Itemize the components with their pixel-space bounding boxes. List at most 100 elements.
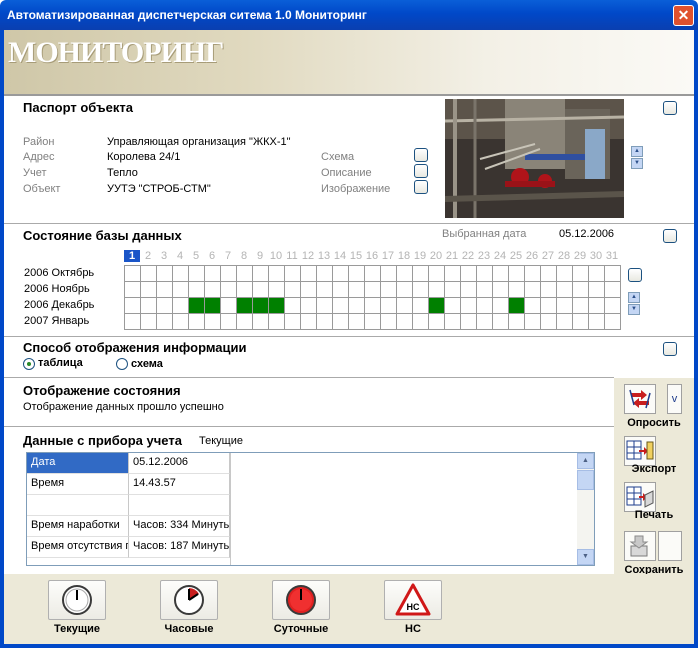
table-cell-value[interactable] xyxy=(129,495,230,516)
daily-button[interactable] xyxy=(272,580,330,620)
calendar-cell[interactable] xyxy=(556,297,573,314)
poll-label[interactable]: Опросить xyxy=(619,417,689,429)
calendar-cell[interactable] xyxy=(316,265,333,282)
calendar-cell[interactable] xyxy=(412,313,429,330)
day-label[interactable]: 17 xyxy=(380,250,396,262)
day-label[interactable]: 1 xyxy=(124,250,140,262)
calendar-cell[interactable] xyxy=(540,297,557,314)
calendar-cell[interactable] xyxy=(300,297,317,314)
calendar-cell[interactable] xyxy=(492,313,509,330)
close-button[interactable]: ✕ xyxy=(673,5,694,26)
calendar-cell[interactable] xyxy=(508,265,525,282)
day-label[interactable]: 23 xyxy=(476,250,492,262)
day-label[interactable]: 5 xyxy=(188,250,204,262)
print-button[interactable] xyxy=(624,482,656,512)
day-label[interactable]: 6 xyxy=(204,250,220,262)
database-section-toggle[interactable] xyxy=(663,229,677,243)
day-label[interactable]: 3 xyxy=(156,250,172,262)
calendar-cell[interactable] xyxy=(476,281,493,298)
scheme-checkbox[interactable] xyxy=(414,148,428,162)
calendar-cell[interactable] xyxy=(268,265,285,282)
calendar-cell[interactable] xyxy=(172,297,189,314)
calendar-cell[interactable] xyxy=(220,313,237,330)
calendar-cell[interactable] xyxy=(380,313,397,330)
calendar-cell[interactable] xyxy=(284,297,301,314)
calendar-cell[interactable] xyxy=(300,313,317,330)
current-button-label[interactable]: Текущие xyxy=(37,623,117,635)
calendar-cell[interactable] xyxy=(540,265,557,282)
table-row[interactable]: Время наработки Часов: 334 Минуть xyxy=(27,516,230,537)
calendar-cell[interactable] xyxy=(444,313,461,330)
calendar-cell[interactable] xyxy=(588,265,605,282)
calendar-cell-filled[interactable] xyxy=(188,297,205,314)
calendar-cell[interactable] xyxy=(396,281,413,298)
table-cell-value[interactable]: Часов: 187 Минуть xyxy=(129,537,230,558)
day-label[interactable]: 13 xyxy=(316,250,332,262)
day-label[interactable]: 4 xyxy=(172,250,188,262)
calendar-cell[interactable] xyxy=(140,281,157,298)
passport-section-toggle[interactable] xyxy=(663,101,677,115)
day-label[interactable]: 12 xyxy=(300,250,316,262)
calendar-cell[interactable] xyxy=(124,265,141,282)
calendar-cell[interactable] xyxy=(380,265,397,282)
day-label[interactable]: 8 xyxy=(236,250,252,262)
calendar-cell[interactable] xyxy=(412,281,429,298)
calendar-cell[interactable] xyxy=(492,265,509,282)
table-cell-value[interactable]: 14.43.57 xyxy=(129,474,230,495)
day-label[interactable]: 19 xyxy=(412,250,428,262)
calendar-cell[interactable] xyxy=(604,281,621,298)
calendar-cell[interactable] xyxy=(140,265,157,282)
calendar-cell[interactable] xyxy=(508,313,525,330)
calendar-cell[interactable] xyxy=(284,313,301,330)
calendar-cell[interactable] xyxy=(556,313,573,330)
calendar-cell[interactable] xyxy=(524,265,541,282)
table-cell-name[interactable]: Время отсутствия п xyxy=(27,537,129,558)
calendar-cell[interactable] xyxy=(172,313,189,330)
calendar-cell[interactable] xyxy=(332,265,349,282)
calendar-cell[interactable] xyxy=(140,297,157,314)
calendar-cell[interactable] xyxy=(220,265,237,282)
calendar-cell[interactable] xyxy=(364,297,381,314)
display-mode-toggle[interactable] xyxy=(663,342,677,356)
calendar-cell[interactable] xyxy=(444,265,461,282)
scheme-radio-label[interactable]: схема xyxy=(131,358,163,370)
calendar-spinner[interactable]: ▲ ▼ xyxy=(628,292,640,316)
calendar-cell-filled[interactable] xyxy=(236,297,253,314)
calendar-cell[interactable] xyxy=(588,281,605,298)
calendar-cell[interactable] xyxy=(316,281,333,298)
scroll-down-icon[interactable]: ▼ xyxy=(577,549,594,565)
calendar-cell[interactable] xyxy=(220,297,237,314)
save-extra-button[interactable] xyxy=(658,531,682,561)
calendar-cell[interactable] xyxy=(428,265,445,282)
day-label[interactable]: 21 xyxy=(444,250,460,262)
export-button[interactable] xyxy=(624,436,656,466)
calendar-cell[interactable] xyxy=(300,281,317,298)
calendar-cell[interactable] xyxy=(156,297,173,314)
day-label[interactable]: 10 xyxy=(268,250,284,262)
calendar-cell-filled[interactable] xyxy=(204,297,221,314)
table-cell-name[interactable]: Время xyxy=(27,474,129,495)
table-cell-name[interactable]: Дата xyxy=(27,453,129,474)
calendar-cell[interactable] xyxy=(540,281,557,298)
image-checkbox[interactable] xyxy=(414,180,428,194)
calendar-cell[interactable] xyxy=(348,265,365,282)
calendar-cell[interactable] xyxy=(124,313,141,330)
up-arrow-icon[interactable]: ▲ xyxy=(631,146,643,157)
scroll-thumb[interactable] xyxy=(577,470,594,490)
table-row[interactable] xyxy=(27,495,230,516)
day-label[interactable]: 30 xyxy=(588,250,604,262)
down-arrow-icon[interactable]: ▼ xyxy=(628,304,640,315)
photo-spinner[interactable]: ▲ ▼ xyxy=(631,146,643,170)
daily-button-label[interactable]: Суточные xyxy=(261,623,341,635)
table-radio[interactable] xyxy=(23,358,35,370)
calendar-cell[interactable] xyxy=(428,281,445,298)
calendar-cell[interactable] xyxy=(188,313,205,330)
day-label[interactable]: 26 xyxy=(524,250,540,262)
calendar-cell[interactable] xyxy=(364,281,381,298)
calendar-cell[interactable] xyxy=(380,281,397,298)
day-label[interactable]: 29 xyxy=(572,250,588,262)
day-label[interactable]: 7 xyxy=(220,250,236,262)
calendar-cell[interactable] xyxy=(332,313,349,330)
day-label[interactable]: 31 xyxy=(604,250,620,262)
calendar-cell[interactable] xyxy=(604,265,621,282)
